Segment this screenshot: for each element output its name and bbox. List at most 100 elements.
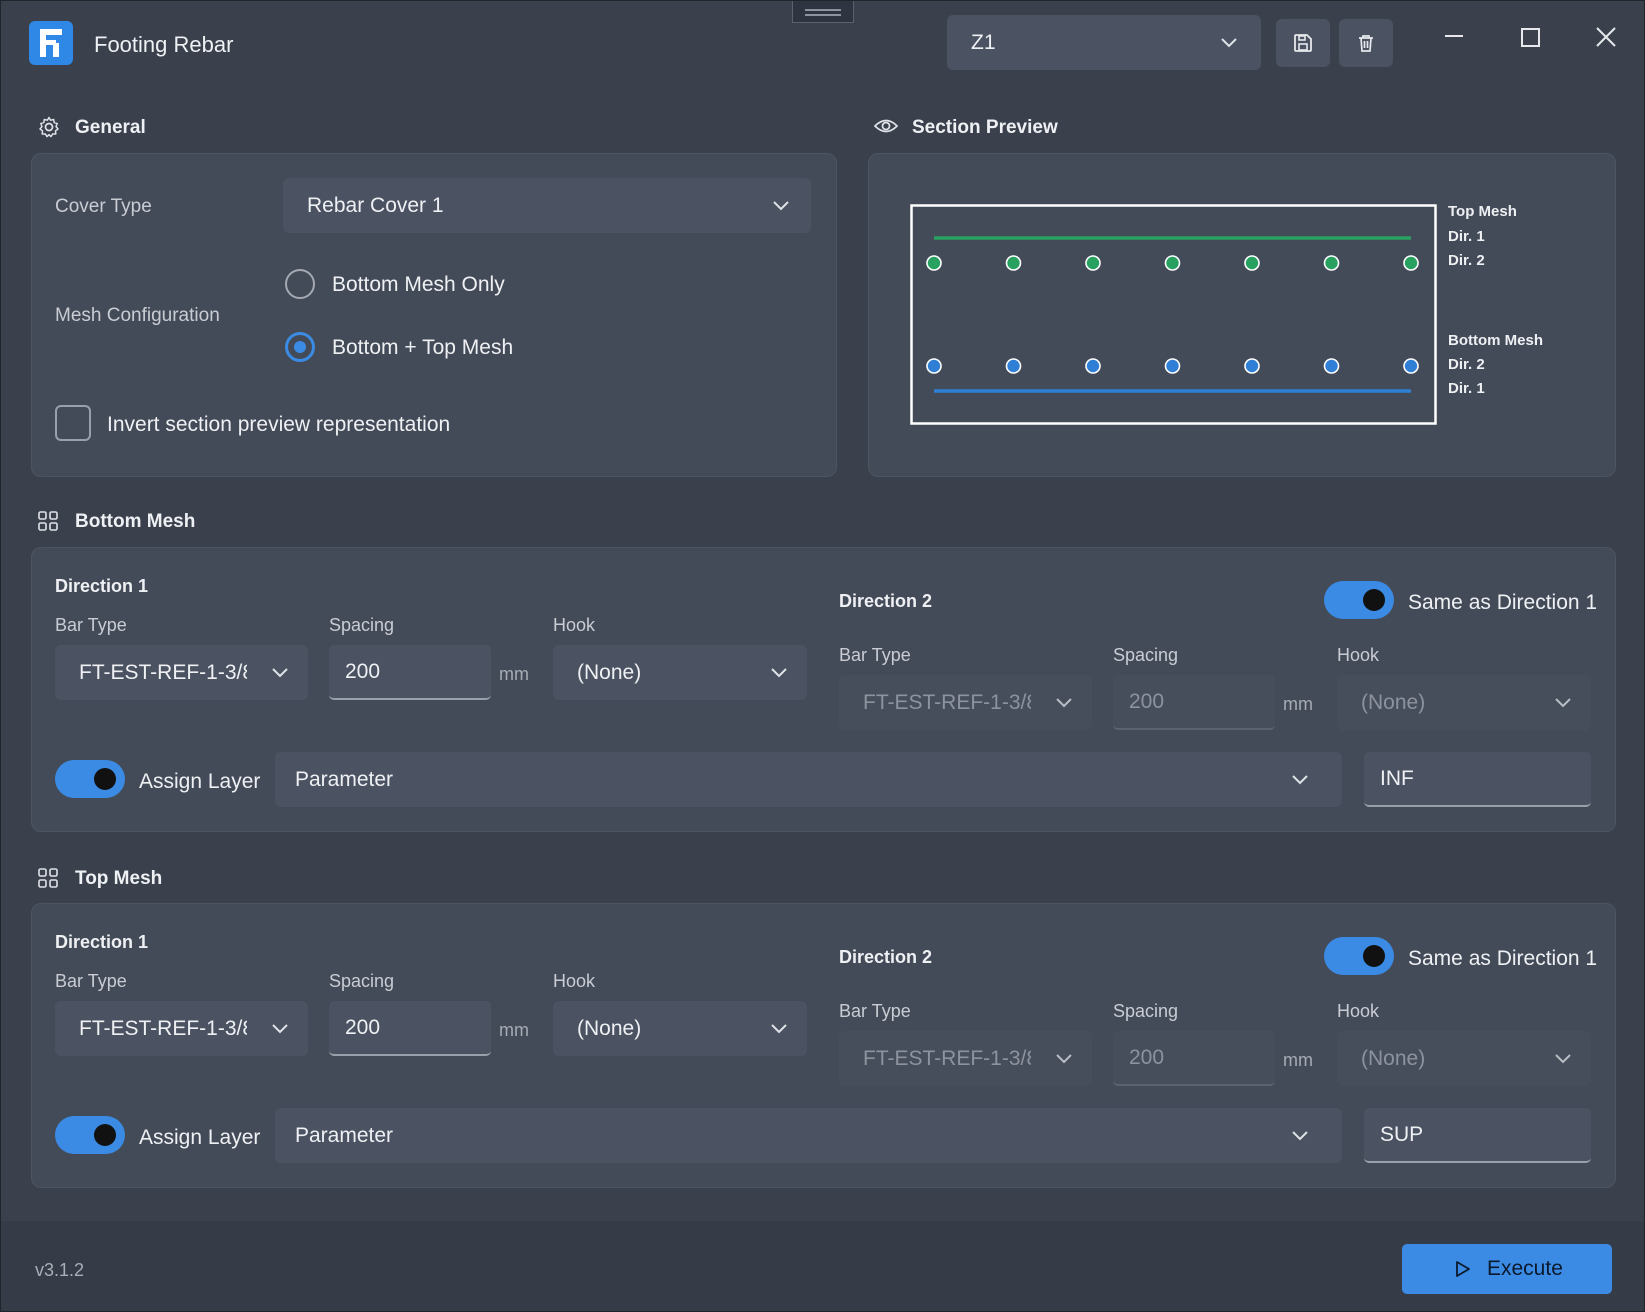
bottom-layer-value-input[interactable]: INF bbox=[1364, 752, 1591, 807]
bottom-dir1-bar-type-dropdown[interactable]: FT-EST-REF-1-3/8 bbox=[55, 645, 308, 700]
bottom-dir1-hook-value: (None) bbox=[577, 660, 642, 684]
chevron-down-icon bbox=[1056, 697, 1072, 707]
top-dir1-spacing-value: 200 bbox=[345, 1015, 381, 1039]
bottom-mesh-bar bbox=[1164, 358, 1181, 374]
preview-bottom-dir1-label: Dir. 1 bbox=[1448, 380, 1485, 397]
minimize-icon[interactable] bbox=[1431, 21, 1477, 57]
preview-top-dir1-label: Dir. 1 bbox=[1448, 228, 1485, 245]
bottom-dir1-spacing-input[interactable]: 200 bbox=[329, 645, 491, 700]
bottom-dir2-spacing-value: 200 bbox=[1129, 689, 1165, 713]
top-same-as-dir1-toggle[interactable] bbox=[1324, 937, 1394, 975]
execute-label: Execute bbox=[1487, 1257, 1563, 1280]
grid-icon bbox=[38, 868, 58, 888]
maximize-icon[interactable] bbox=[1507, 21, 1553, 57]
trash-icon bbox=[1359, 35, 1373, 52]
top-mesh-bar bbox=[1005, 255, 1022, 271]
top-dir1-hook-label: Hook bbox=[553, 971, 596, 991]
top-dir1-bar-type-value: FT-EST-REF-1-3/8 bbox=[79, 1016, 247, 1040]
bottom-layer-param-value: Parameter bbox=[295, 767, 394, 791]
radio-bottom-only[interactable] bbox=[285, 269, 315, 299]
preview-bottom-mesh-label: Bottom Mesh bbox=[1448, 332, 1543, 349]
preset-value: Z1 bbox=[971, 30, 996, 54]
version-label: v3.1.2 bbox=[35, 1260, 85, 1280]
bottom-dir2-spacing-label: Spacing bbox=[1113, 645, 1179, 665]
top-mesh-title: Top Mesh bbox=[75, 868, 163, 889]
app-window: Footing Rebar Z1 General Section Preview… bbox=[0, 0, 1645, 1312]
invert-preview-label: Invert section preview representation bbox=[107, 413, 451, 436]
execute-button[interactable]: Execute bbox=[1402, 1244, 1612, 1294]
bottom-dir1-spacing-value: 200 bbox=[345, 659, 381, 683]
bottom-dir1-title: Direction 1 bbox=[55, 576, 149, 596]
chevron-down-icon bbox=[771, 1023, 787, 1033]
top-dir2-title: Direction 2 bbox=[839, 947, 933, 967]
bottom-mesh-bar bbox=[1403, 358, 1419, 374]
top-mesh-bar bbox=[1403, 255, 1419, 271]
bottom-dir1-hook-label: Hook bbox=[553, 615, 596, 635]
app-logo-icon bbox=[29, 21, 73, 65]
bottom-mesh-bar bbox=[1244, 358, 1260, 374]
preset-dropdown[interactable]: Z1 bbox=[947, 15, 1261, 70]
preview-bottom-dir2-label: Dir. 2 bbox=[1448, 356, 1485, 373]
top-dir2-spacing-value: 200 bbox=[1129, 1045, 1165, 1069]
mesh-config-label: Mesh Configuration bbox=[55, 305, 220, 326]
cover-type-dropdown[interactable]: Rebar Cover 1 bbox=[283, 178, 811, 233]
bottom-assign-layer-toggle[interactable] bbox=[55, 760, 125, 798]
bottom-dir1-bar-type-value: FT-EST-REF-1-3/8 bbox=[79, 660, 247, 684]
bottom-dir1-spacing-label: Spacing bbox=[329, 615, 395, 635]
bottom-assign-layer-label: Assign Layer bbox=[139, 770, 261, 793]
radio-bottom-only-label: Bottom Mesh Only bbox=[332, 273, 505, 296]
section-preview-title: Section Preview bbox=[912, 117, 1058, 138]
chevron-down-icon bbox=[771, 667, 787, 677]
bottom-same-as-dir1-toggle[interactable] bbox=[1324, 581, 1394, 619]
top-assign-layer-label: Assign Layer bbox=[139, 1126, 261, 1149]
bottom-dir2-hook-dropdown: (None) bbox=[1337, 675, 1591, 730]
preview-top-mesh-label: Top Mesh bbox=[1448, 203, 1517, 220]
chevron-down-icon bbox=[272, 667, 288, 677]
top-mesh-bar bbox=[926, 255, 942, 271]
preview-top-dir2-label: Dir. 2 bbox=[1448, 252, 1485, 269]
top-dir2-bar-type-label: Bar Type bbox=[839, 1001, 911, 1021]
top-dir2-hook-value: (None) bbox=[1361, 1046, 1426, 1070]
top-dir2-spacing-label: Spacing bbox=[1113, 1001, 1179, 1021]
eye-icon bbox=[873, 119, 899, 133]
chevron-down-icon bbox=[272, 1023, 288, 1033]
invert-preview-checkbox[interactable] bbox=[55, 405, 91, 441]
top-mesh-bar bbox=[1244, 255, 1260, 271]
top-assign-layer-toggle[interactable] bbox=[55, 1116, 125, 1154]
bottom-dir1-hook-dropdown[interactable]: (None) bbox=[553, 645, 807, 700]
top-same-as-dir1-label: Same as Direction 1 bbox=[1408, 947, 1598, 970]
bottom-dir2-hook-label: Hook bbox=[1337, 645, 1380, 665]
top-layer-param-dropdown[interactable]: Parameter bbox=[275, 1108, 1342, 1163]
top-dir1-title: Direction 1 bbox=[55, 932, 149, 952]
save-button[interactable] bbox=[1276, 19, 1330, 67]
play-icon bbox=[1456, 1261, 1470, 1277]
bottom-dir2-title: Direction 2 bbox=[839, 591, 933, 611]
radio-bottom-top[interactable] bbox=[285, 332, 315, 362]
cover-type-value: Rebar Cover 1 bbox=[307, 193, 444, 217]
top-mesh-bar bbox=[1323, 255, 1340, 271]
save-icon bbox=[1294, 34, 1312, 52]
top-layer-param-value: Parameter bbox=[295, 1123, 394, 1147]
top-dir1-spacing-input[interactable]: 200 bbox=[329, 1001, 491, 1056]
bottom-mesh-title: Bottom Mesh bbox=[75, 511, 196, 532]
top-dir2-bar-type-dropdown: FT-EST-REF-1-3/8 bbox=[839, 1031, 1092, 1086]
top-dir1-bar-type-dropdown[interactable]: FT-EST-REF-1-3/8 bbox=[55, 1001, 308, 1056]
bottom-dir2-bar-type-dropdown: FT-EST-REF-1-3/8 bbox=[839, 675, 1092, 730]
top-dir2-unit: mm bbox=[1283, 1050, 1313, 1070]
top-dir2-hook-dropdown: (None) bbox=[1337, 1031, 1591, 1086]
cover-type-label: Cover Type bbox=[55, 196, 152, 217]
top-layer-value: SUP bbox=[1380, 1122, 1424, 1146]
bottom-layer-param-dropdown[interactable]: Parameter bbox=[275, 752, 1342, 807]
top-dir1-unit: mm bbox=[499, 1020, 529, 1040]
window-title: Footing Rebar bbox=[94, 32, 234, 57]
bottom-dir1-unit: mm bbox=[499, 664, 529, 684]
close-icon[interactable] bbox=[1583, 21, 1629, 57]
gear-icon bbox=[39, 116, 59, 138]
top-dir1-hook-dropdown[interactable]: (None) bbox=[553, 1001, 807, 1056]
delete-button[interactable] bbox=[1339, 19, 1393, 67]
top-layer-value-input[interactable]: SUP bbox=[1364, 1108, 1591, 1163]
top-dir2-spacing-input: 200 bbox=[1113, 1031, 1275, 1086]
bottom-dir2-bar-type-value: FT-EST-REF-1-3/8 bbox=[863, 690, 1031, 714]
drag-handle[interactable] bbox=[792, 1, 854, 23]
chevron-down-icon bbox=[1292, 1130, 1308, 1140]
